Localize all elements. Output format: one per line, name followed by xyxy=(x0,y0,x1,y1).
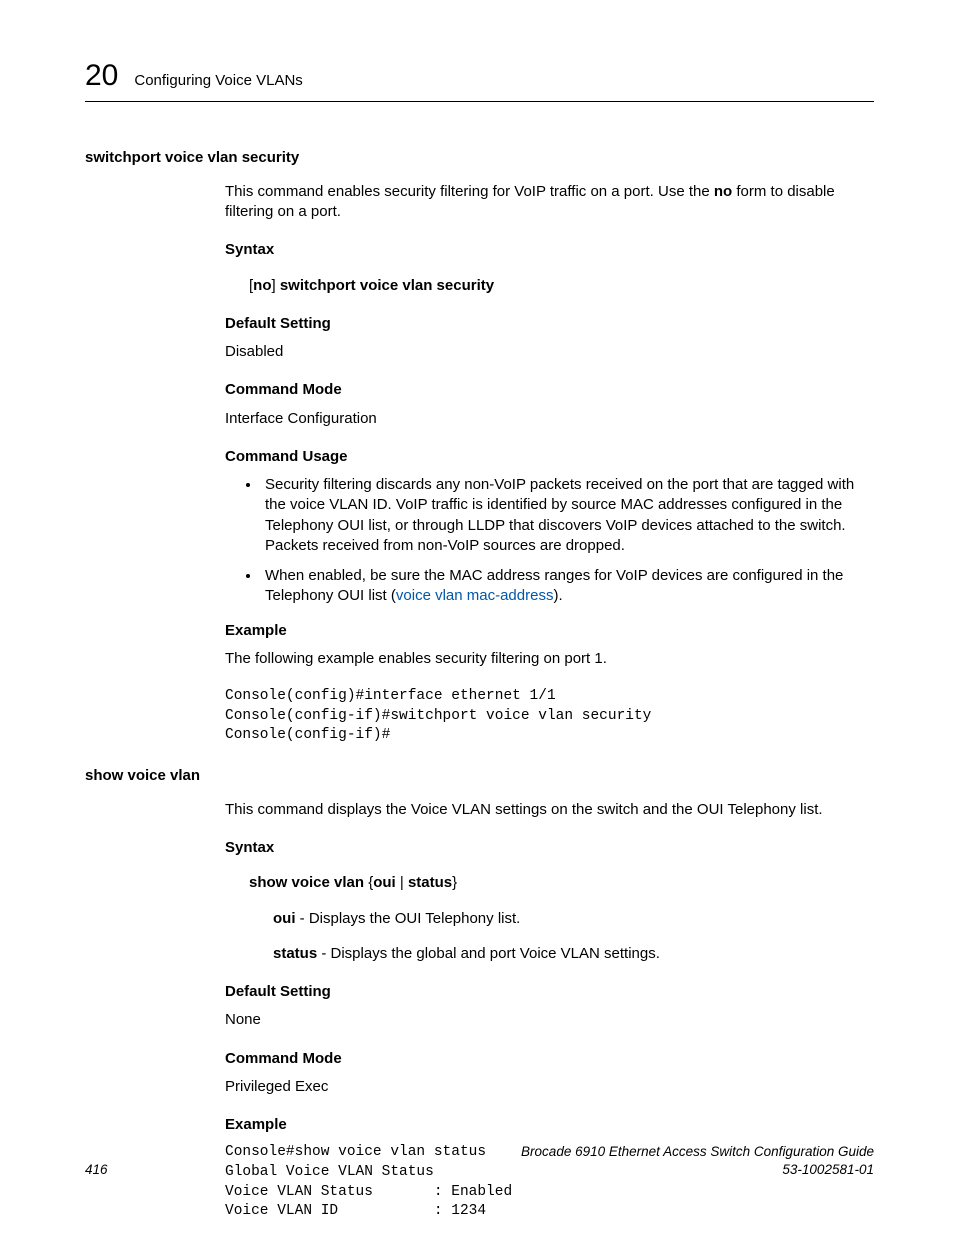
page-number: 416 xyxy=(85,1161,108,1179)
page-header: 20 Configuring Voice VLANs xyxy=(85,56,874,102)
default-label: Default Setting xyxy=(225,982,874,1002)
usage-item: When enabled, be sure the MAC address ra… xyxy=(261,566,874,607)
param-line: status - Displays the global and port Vo… xyxy=(273,944,874,964)
cross-ref-link[interactable]: voice vlan mac-address xyxy=(396,587,554,604)
example-label: Example xyxy=(225,621,874,641)
usage-label: Command Usage xyxy=(225,447,874,467)
default-label: Default Setting xyxy=(225,314,874,334)
command-body: This command enables security filtering … xyxy=(225,182,874,746)
param-line: oui - Displays the OUI Telephony list. xyxy=(273,909,874,929)
usage-list: Security filtering discards any non-VoIP… xyxy=(225,475,874,607)
syntax-line: [no] switchport voice vlan security xyxy=(249,276,874,296)
default-value: None xyxy=(225,1010,874,1030)
example-code: Console(config)#interface ethernet 1/1 C… xyxy=(225,687,874,746)
mode-value: Interface Configuration xyxy=(225,409,874,429)
mode-label: Command Mode xyxy=(225,1049,874,1069)
page-content: 20 Configuring Voice VLANs switchport vo… xyxy=(0,0,954,1222)
command-heading: show voice vlan xyxy=(85,766,874,786)
footer-doc-info: Brocade 6910 Ethernet Access Switch Conf… xyxy=(521,1143,874,1179)
chapter-title: Configuring Voice VLANs xyxy=(134,71,302,91)
syntax-line: show voice vlan {oui | status} xyxy=(249,873,874,893)
default-value: Disabled xyxy=(225,342,874,362)
mode-label: Command Mode xyxy=(225,380,874,400)
command-description: This command displays the Voice VLAN set… xyxy=(225,800,874,820)
chapter-number: 20 xyxy=(85,56,118,97)
command-heading: switchport voice vlan security xyxy=(85,148,874,168)
mode-value: Privileged Exec xyxy=(225,1077,874,1097)
example-label: Example xyxy=(225,1115,874,1135)
example-description: The following example enables security f… xyxy=(225,649,874,669)
syntax-label: Syntax xyxy=(225,838,874,858)
syntax-label: Syntax xyxy=(225,240,874,260)
usage-item: Security filtering discards any non-VoIP… xyxy=(261,475,874,556)
command-description: This command enables security filtering … xyxy=(225,182,874,223)
page-footer: 416 Brocade 6910 Ethernet Access Switch … xyxy=(85,1143,874,1179)
